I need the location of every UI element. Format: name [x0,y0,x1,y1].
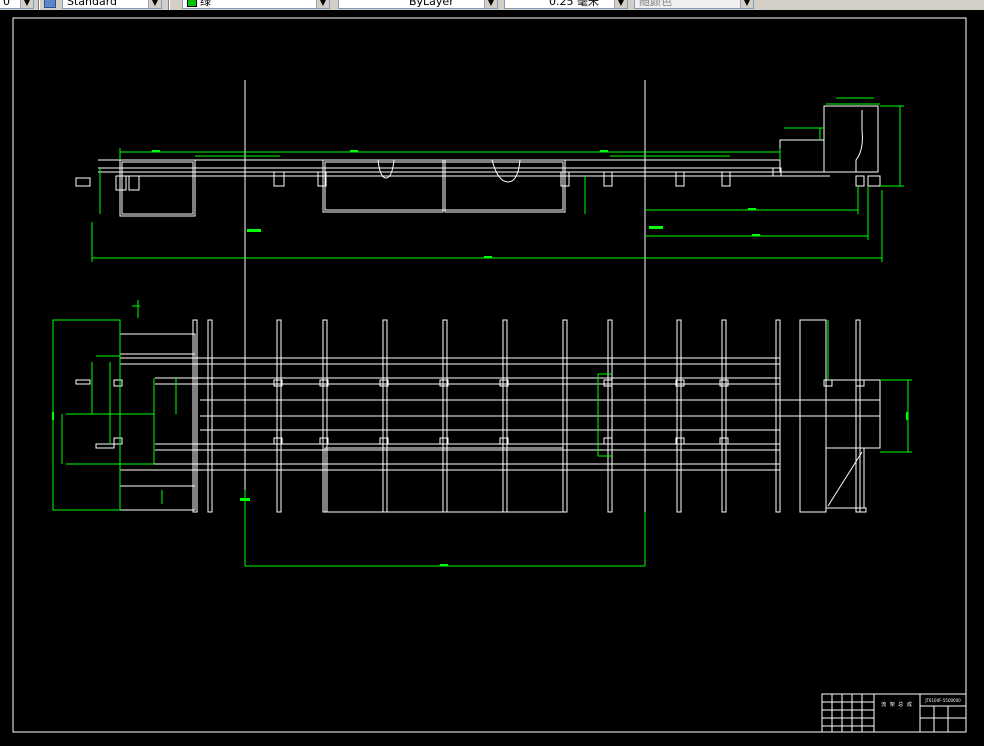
title-block-drawing-code: JT6100F-5500000 [925,698,961,703]
lineweight-control-value: 0.25 毫米 [549,0,599,8]
color-control-combo[interactable]: 绿 ▼ [182,0,330,9]
linetype-combo-value: 0 [3,0,10,8]
chevron-down-icon[interactable]: ▼ [740,0,753,8]
chevron-down-icon[interactable]: ▼ [614,0,627,8]
linetype-control-combo[interactable]: ByLayer ▼ [338,0,498,9]
title-block-drawing-title: 流 架 总 成 [881,702,913,708]
color-control-value: 绿 [200,0,211,8]
plotstyle-control-value: 随颜色 [639,0,672,8]
text-style-combo-value: Standard [67,0,118,8]
color-swatch-icon [187,0,197,7]
plotstyle-control-combo[interactable]: 随颜色 ▼ [634,0,754,9]
chevron-down-icon[interactable]: ▼ [20,0,33,8]
linetype-control-value: ByLayer [409,0,454,8]
toolbar-separator [168,0,170,10]
chevron-down-icon[interactable]: ▼ [148,0,161,8]
lineweight-control-combo[interactable]: 0.25 毫米 ▼ [504,0,628,9]
chevron-down-icon[interactable]: ▼ [316,0,329,8]
toolbar-separator [38,0,40,10]
text-style-icon[interactable] [44,0,56,8]
linetype-combo[interactable]: 0 ▼ [0,0,34,9]
drawing-canvas[interactable] [0,10,984,742]
text-style-combo[interactable]: Standard ▼ [62,0,162,9]
cad-drawing [0,10,984,742]
chevron-down-icon[interactable]: ▼ [484,0,497,8]
